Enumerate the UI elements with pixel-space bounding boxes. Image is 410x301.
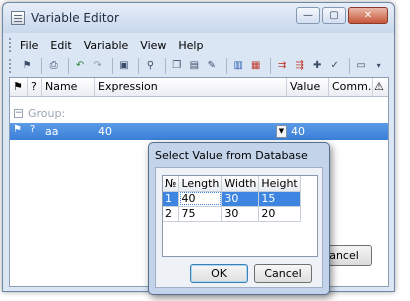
column-width-header[interactable]: Width <box>221 176 260 192</box>
flag-icon: ⚑ <box>13 124 22 135</box>
undo-icon[interactable]: ↶ <box>73 58 88 74</box>
group-label: Group: <box>28 107 66 120</box>
table-row[interactable]: 1 40 30 15 <box>163 191 301 207</box>
variable-name-cell[interactable]: aa <box>45 125 58 138</box>
toolbar-separator <box>67 58 69 74</box>
toolbar-separator <box>226 58 227 74</box>
minimize-button[interactable]: — <box>296 7 320 24</box>
close-button[interactable]: ✕ <box>348 7 388 24</box>
toolbar-separator <box>138 58 140 74</box>
window-controls: — ▢ ✕ <box>294 7 388 24</box>
menu-bar: File Edit Variable View Help <box>9 35 389 55</box>
find-icon[interactable]: ⚲ <box>143 58 158 74</box>
maximize-button[interactable]: ▢ <box>322 7 346 24</box>
collapse-icon[interactable]: − <box>14 109 23 118</box>
ok-button[interactable]: OK <box>190 264 248 283</box>
column-value-header[interactable]: Value <box>287 78 329 96</box>
expression-icon[interactable]: ▣ <box>117 58 132 74</box>
grid-header: ⚑ ? Name Expression Value Comm... ⚠ <box>10 78 388 97</box>
table-cell[interactable]: 75 <box>178 206 223 222</box>
warning-icon: ⚠ <box>374 80 384 93</box>
menu-grip-icon <box>9 38 12 52</box>
column-number-header[interactable]: № <box>163 176 180 192</box>
paste-icon[interactable]: ▤ <box>187 58 202 74</box>
var-add-icon[interactable]: ✚ <box>310 58 325 74</box>
column-question-header[interactable]: ? <box>28 78 42 96</box>
menu-view[interactable]: View <box>140 39 166 52</box>
toolbar-separator <box>164 58 166 74</box>
group-row[interactable]: − Group: <box>10 106 388 122</box>
menu-edit[interactable]: Edit <box>50 39 71 52</box>
menu-file[interactable]: File <box>20 39 38 52</box>
table-cell[interactable]: 15 <box>258 191 301 207</box>
var-icon[interactable]: ⚑ <box>20 58 35 74</box>
redo-icon[interactable]: ↷ <box>90 58 105 74</box>
column-name-header[interactable]: Name <box>42 78 95 96</box>
column-comment-header[interactable]: Comm... <box>329 78 373 96</box>
table-cell[interactable]: 30 <box>221 206 260 222</box>
column-length-header[interactable]: Length <box>178 176 223 192</box>
tree-icon[interactable]: ▥ <box>231 58 246 74</box>
table-cell[interactable]: 40 <box>178 191 223 207</box>
toolbar-separator <box>41 58 43 74</box>
export-icon[interactable]: ⇶ <box>292 58 307 74</box>
dropdown-arrow-icon[interactable]: ▼ <box>276 125 287 138</box>
table-cell[interactable]: 1 <box>163 191 180 207</box>
values-table: № Length Width Height 1 40 30 15 2 75 30… <box>162 175 318 257</box>
value-cell: 40 <box>291 125 305 138</box>
app-icon <box>11 11 25 25</box>
grid-icon[interactable]: ▦ <box>249 58 264 74</box>
select-value-dialog: Select Value from Database № Length Widt… <box>148 142 330 295</box>
cancel-button[interactable]: Cancel <box>254 264 312 283</box>
var-value-icon[interactable]: ✓ <box>327 58 342 74</box>
chevron-down-icon[interactable]: ▾ <box>371 58 386 74</box>
dialog-body: № Length Width Height 1 40 30 15 2 75 30… <box>155 167 323 288</box>
menu-variable[interactable]: Variable <box>84 39 129 52</box>
toolbar-separator <box>348 58 350 74</box>
import-icon[interactable]: ⇉ <box>275 58 290 74</box>
window-title: Variable Editor <box>31 11 119 25</box>
values-table-header: № Length Width Height <box>163 176 301 192</box>
expression-cell[interactable]: 40 <box>98 125 112 138</box>
toolbar: ⚑ ⎙ ↶ ↷ ▣ ⚲ ❐ ▤ ✎ ▥ ▦ ⇉ ⇶ ✚ ✓ ▭ ▾ <box>9 56 389 76</box>
menu-help[interactable]: Help <box>178 39 203 52</box>
table-cell[interactable]: 30 <box>221 191 260 207</box>
column-expression-header[interactable]: Expression <box>95 78 287 96</box>
toolbar-separator <box>270 58 271 74</box>
clear-icon[interactable]: ✎ <box>205 58 220 74</box>
table-cell[interactable]: 2 <box>163 206 180 222</box>
title-bar[interactable]: Variable Editor — ▢ ✕ <box>3 3 394 33</box>
dialog-title: Select Value from Database <box>155 149 308 162</box>
table-row[interactable]: 2 75 30 20 <box>163 206 301 222</box>
print-icon[interactable]: ⎙ <box>46 58 61 74</box>
copy-icon[interactable]: ❐ <box>170 58 185 74</box>
table-cell[interactable]: 20 <box>258 206 301 222</box>
toolbar-grip-icon <box>9 59 12 73</box>
column-flag-header[interactable]: ⚑ <box>10 78 28 96</box>
table-row[interactable]: ⚑ ? aa 40 ▼ 40 <box>10 123 388 140</box>
column-height-header[interactable]: Height <box>258 176 301 192</box>
question-icon: ? <box>30 124 36 135</box>
toolbar-separator <box>111 58 113 74</box>
properties-icon[interactable]: ▭ <box>354 58 369 74</box>
